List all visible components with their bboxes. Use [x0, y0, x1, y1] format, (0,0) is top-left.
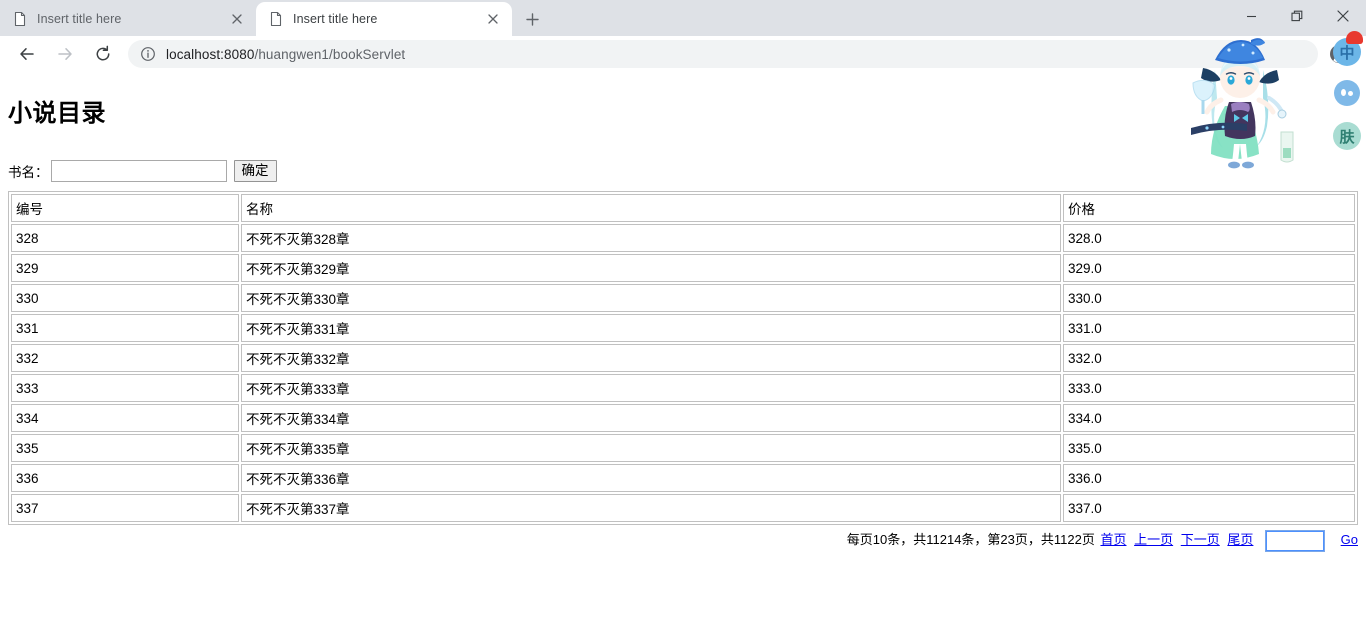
- page-icon: [12, 11, 28, 27]
- tab-1[interactable]: Insert title here: [0, 2, 256, 36]
- pagination-prev-link[interactable]: 上一页: [1134, 532, 1173, 547]
- cell-price: 337.0: [1063, 494, 1355, 522]
- tab-close-icon[interactable]: [484, 10, 502, 28]
- cell-name: 不死不灭第331章: [241, 314, 1061, 342]
- page-jump-input[interactable]: [1265, 529, 1326, 552]
- cell-price: 334.0: [1063, 404, 1355, 432]
- pagination-next-link[interactable]: 下一页: [1181, 532, 1220, 547]
- cell-name: 不死不灭第329章: [241, 254, 1061, 282]
- page-icon: [268, 11, 284, 27]
- page-title: 小说目录: [8, 100, 106, 127]
- tab-title: Insert title here: [37, 12, 122, 26]
- ime-skin-badge[interactable]: 肤: [1333, 122, 1361, 150]
- column-header-name: 名称: [241, 194, 1061, 222]
- address-bar-text: localhost:8080/huangwen1/bookServlet: [166, 47, 405, 62]
- table-row: 335 不死不灭第335章 335.0: [11, 434, 1355, 462]
- cell-price: 336.0: [1063, 464, 1355, 492]
- table-header-row: 编号 名称 价格: [11, 194, 1355, 222]
- cell-price: 328.0: [1063, 224, 1355, 252]
- tab-2[interactable]: Insert title here: [256, 2, 512, 36]
- confirm-button[interactable]: 确定: [233, 160, 277, 182]
- cell-price: 335.0: [1063, 434, 1355, 462]
- table-row: 334 不死不灭第334章 334.0: [11, 404, 1355, 432]
- ime-chinese-label: 中: [1339, 44, 1355, 62]
- pagination-bar: 每页10条，共11214条，第23页，共1122页 首页 上一页 下一页 尾页 …: [0, 529, 1366, 552]
- ime-chinese-badge[interactable]: 中: [1333, 31, 1363, 66]
- cell-id: 334: [11, 404, 239, 432]
- cell-price: 329.0: [1063, 254, 1355, 282]
- cell-id: 328: [11, 224, 239, 252]
- dot-left-icon: [1341, 89, 1346, 96]
- column-header-price: 价格: [1063, 194, 1355, 222]
- site-info-icon[interactable]: [140, 46, 156, 62]
- dot-right-icon: [1348, 91, 1353, 96]
- minimize-button[interactable]: [1228, 0, 1274, 32]
- page-viewport: 小说目录 书名： 确定 编号 名称 价格 328 不死不灭第328章 328.0…: [0, 72, 1366, 630]
- browser-window: Insert title here Insert title here loca…: [0, 0, 1366, 631]
- pagination-summary: 每页10条，共11214条，第23页，共1122页: [846, 532, 1095, 547]
- book-search-form: 书名： 确定: [8, 160, 1366, 182]
- tab-title: Insert title here: [293, 12, 378, 26]
- table-row: 333 不死不灭第333章 333.0: [11, 374, 1355, 402]
- book-table: 编号 名称 价格 328 不死不灭第328章 328.0 329 不死不灭第32…: [8, 191, 1358, 525]
- book-name-input[interactable]: [50, 160, 227, 182]
- cell-id: 331: [11, 314, 239, 342]
- cell-id: 332: [11, 344, 239, 372]
- maximize-restore-button[interactable]: [1274, 0, 1320, 32]
- new-tab-button[interactable]: [518, 5, 546, 33]
- ime-skin-label: 肤: [1339, 128, 1355, 146]
- cell-id: 336: [11, 464, 239, 492]
- cell-id: 333: [11, 374, 239, 402]
- tab-strip: Insert title here Insert title here: [0, 0, 1366, 36]
- browser-toolbar: localhost:8080/huangwen1/bookServlet: [0, 36, 1366, 73]
- ime-side-badges: 中 肤: [1330, 31, 1364, 164]
- pagination-go-link[interactable]: Go: [1341, 532, 1358, 547]
- cell-name: 不死不灭第337章: [241, 494, 1061, 522]
- cell-name: 不死不灭第334章: [241, 404, 1061, 432]
- cell-id: 329: [11, 254, 239, 282]
- table-row: 332 不死不灭第332章 332.0: [11, 344, 1355, 372]
- back-arrow-icon[interactable]: [13, 40, 41, 68]
- cell-price: 332.0: [1063, 344, 1355, 372]
- cell-name: 不死不灭第336章: [241, 464, 1061, 492]
- cell-name: 不死不灭第333章: [241, 374, 1061, 402]
- table-row: 336 不死不灭第336章 336.0: [11, 464, 1355, 492]
- table-row: 329 不死不灭第329章 329.0: [11, 254, 1355, 282]
- page-content: 小说目录 书名： 确定 编号 名称 价格 328 不死不灭第328章 328.0…: [0, 93, 1366, 552]
- table-row: 331 不死不灭第331章 331.0: [11, 314, 1355, 342]
- table-row: 330 不死不灭第330章 330.0: [11, 284, 1355, 312]
- cell-price: 330.0: [1063, 284, 1355, 312]
- pagination-last-link[interactable]: 尾页: [1227, 532, 1253, 547]
- column-header-id: 编号: [11, 194, 239, 222]
- pagination-first-link[interactable]: 首页: [1100, 532, 1126, 547]
- book-name-label: 书名：: [8, 165, 49, 180]
- ime-status-dots-badge[interactable]: [1334, 80, 1360, 106]
- reload-icon[interactable]: [89, 40, 117, 68]
- book-table-body: 编号 名称 价格 328 不死不灭第328章 328.0 329 不死不灭第32…: [11, 194, 1355, 522]
- forward-arrow-icon[interactable]: [51, 40, 79, 68]
- cell-id: 337: [11, 494, 239, 522]
- cell-name: 不死不灭第328章: [241, 224, 1061, 252]
- tab-close-icon[interactable]: [228, 10, 246, 28]
- cell-name: 不死不灭第332章: [241, 344, 1061, 372]
- cell-name: 不死不灭第330章: [241, 284, 1061, 312]
- cell-id: 330: [11, 284, 239, 312]
- cell-name: 不死不灭第335章: [241, 434, 1061, 462]
- url-host: localhost:8080: [166, 46, 255, 62]
- cell-price: 331.0: [1063, 314, 1355, 342]
- address-bar[interactable]: localhost:8080/huangwen1/bookServlet: [128, 40, 1318, 68]
- cell-id: 335: [11, 434, 239, 462]
- window-controls: [1228, 0, 1366, 32]
- cell-price: 333.0: [1063, 374, 1355, 402]
- close-window-button[interactable]: [1320, 0, 1366, 32]
- table-row: 337 不死不灭第337章 337.0: [11, 494, 1355, 522]
- url-path: /huangwen1/bookServlet: [254, 46, 406, 62]
- table-row: 328 不死不灭第328章 328.0: [11, 224, 1355, 252]
